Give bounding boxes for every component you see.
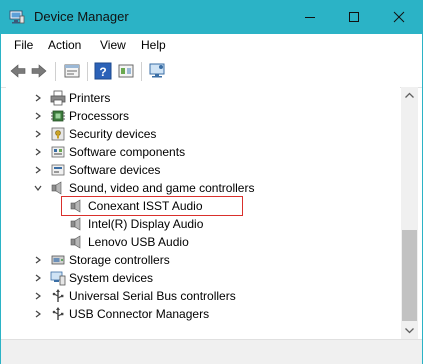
chevron-right-icon [35,130,41,138]
tree-item-label: System devices [69,271,154,285]
tree-item-usb-connector-managers[interactable]: USB Connector Managers [6,305,400,323]
help-icon[interactable]: ? [94,62,112,80]
chevron-right-icon [35,94,41,102]
minimize-button[interactable] [288,1,332,34]
usb-icon [50,306,66,322]
scrollbar-thumb[interactable] [402,230,417,321]
chevron-right-icon [35,310,41,318]
chevron-right-icon [35,274,41,282]
toolbar-separator [55,62,56,81]
speaker-icon [69,216,85,232]
usb-icon [50,288,66,304]
back-arrow-icon[interactable] [9,62,27,80]
update-driver-icon[interactable] [117,62,135,80]
toolbar-separator [141,62,142,81]
maximize-button[interactable] [332,1,376,34]
tree-item-lenovo-usb-audio[interactable]: Lenovo USB Audio [6,233,400,251]
scroll-up-button[interactable] [401,87,418,104]
tree-item-label: Universal Serial Bus controllers [69,289,236,303]
chevron-up-icon [405,92,414,98]
tree-item-label: Printers [69,91,111,105]
monitor-icon[interactable] [148,62,166,80]
tree-item-label: Security devices [69,127,157,141]
tree-item-storage-controllers[interactable]: Storage controllers [6,251,400,269]
tree-item-usb-controllers[interactable]: Universal Serial Bus controllers [6,287,400,305]
tree-item-label: Processors [69,109,130,123]
speaker-icon [69,234,85,250]
tree-item-label: Intel(R) Display Audio [88,217,204,231]
toolbar: ? [1,56,422,88]
device-tree[interactable]: Printers Processors Security devices Sof… [6,87,400,347]
security-device-icon [50,126,66,142]
software-component-icon [50,144,66,160]
chevron-right-icon [35,292,41,300]
tree-item-security-devices[interactable]: Security devices [6,125,400,143]
tree-item-printers[interactable]: Printers [6,89,400,107]
window-title: Device Manager [34,9,129,24]
storage-controller-icon [50,252,66,268]
tree-item-label: Software components [69,145,186,159]
device-manager-app-icon [9,10,25,24]
maximize-icon [349,12,359,22]
tree-item-system-devices[interactable]: System devices [6,269,400,287]
status-bar [1,339,422,364]
scroll-down-button[interactable] [401,322,418,339]
menu-help[interactable]: Help [141,38,166,52]
tree-item-processors[interactable]: Processors [6,107,400,125]
svg-text:?: ? [99,65,106,79]
forward-arrow-icon[interactable] [30,62,48,80]
tree-item-label: USB Connector Managers [69,307,210,321]
software-device-icon [50,162,66,178]
device-manager-window: Device Manager File Action View Help ? P… [0,0,423,364]
vertical-scrollbar[interactable] [401,87,418,339]
toolbar-separator [87,62,88,81]
tree-item-intel-display-audio[interactable]: Intel(R) Display Audio [6,215,400,233]
speaker-icon [50,180,66,196]
title-bar[interactable]: Device Manager [1,1,422,34]
processor-icon [50,108,66,124]
menu-action[interactable]: Action [48,38,81,52]
system-device-icon [50,270,66,286]
tree-item-label: Storage controllers [69,253,170,267]
close-icon [393,11,405,23]
tree-item-label: Lenovo USB Audio [88,235,189,249]
properties-icon[interactable] [63,62,81,80]
highlight-annotation [61,196,243,216]
close-button[interactable] [377,1,421,34]
chevron-down-icon [405,328,414,334]
tree-item-software-devices[interactable]: Software devices [6,161,400,179]
menu-bar: File Action View Help [1,34,422,56]
menu-file[interactable]: File [14,38,33,52]
tree-item-label: Sound, video and game controllers [69,181,255,195]
tree-item-sound-video-game-controllers[interactable]: Sound, video and game controllers [6,179,400,197]
chevron-down-icon [34,185,42,191]
chevron-right-icon [35,112,41,120]
tree-item-label: Software devices [69,163,161,177]
tree-item-software-components[interactable]: Software components [6,143,400,161]
menu-view[interactable]: View [100,38,126,52]
minimize-icon [305,17,315,18]
chevron-right-icon [35,166,41,174]
printer-icon [50,90,66,106]
chevron-right-icon [35,148,41,156]
chevron-right-icon [35,256,41,264]
